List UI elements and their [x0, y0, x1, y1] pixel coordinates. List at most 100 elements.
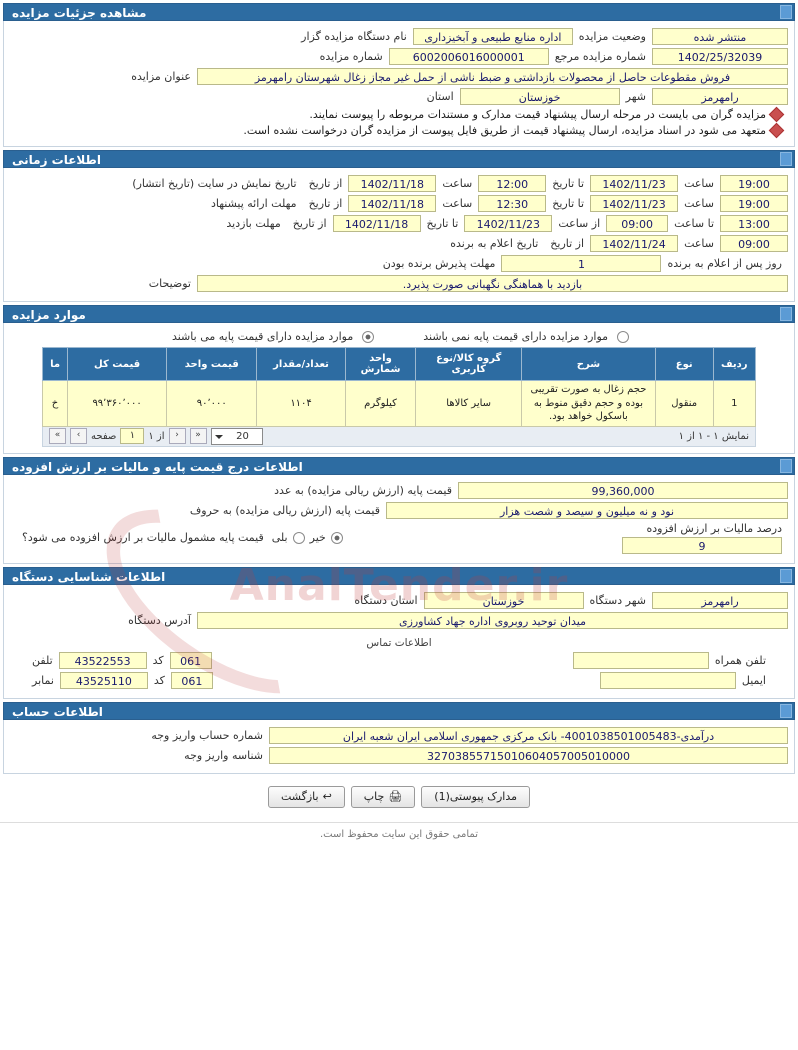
- visit-to-hour-label: تا ساعت: [674, 217, 714, 230]
- col-unit: واحد شمارش: [344, 347, 417, 381]
- desc-value[interactable]: بازدید با هماهنگی نگهبانی صورت پذیرد.: [197, 275, 788, 292]
- base-price-words-value[interactable]: نود و نه میلیون و سیصد و شصت هزار: [386, 501, 788, 519]
- phone-label: تلفن: [32, 653, 53, 667]
- fax-label: نمابر: [32, 673, 54, 687]
- collapse-icon[interactable]: [780, 5, 792, 19]
- first-page-button[interactable]: «: [189, 428, 207, 444]
- radio-without-price[interactable]: موارد مزایده دارای قیمت پایه نمی باشند: [417, 330, 632, 343]
- collapse-icon[interactable]: [780, 307, 792, 321]
- shenase-value[interactable]: 32703855715010604057005010000: [269, 746, 788, 764]
- visit-to-hour-value[interactable]: 13:00: [720, 215, 788, 232]
- org-address-value[interactable]: میدان توحید روبروی اداره جهاد کشاورزی: [197, 611, 788, 629]
- collapse-icon[interactable]: [780, 568, 792, 583]
- org-address-label: آدرس دستگاه: [128, 613, 191, 627]
- items-table-pager: نمایش ۱ - ۱ از ۱ 20 « ‹ از ۱ ۱ صفحه › »: [42, 426, 756, 447]
- price-section-title: اطلاعات درج قیمت پایه و مالیات بر ارزش ا…: [12, 459, 303, 474]
- diamond-bullet-icon: [768, 106, 785, 123]
- table-row[interactable]: 1 منقول حجم زغال به صورت تقریبی بوده و ح…: [41, 380, 757, 427]
- ref-value[interactable]: 1402/25/32039: [652, 48, 788, 65]
- vat-percent-value[interactable]: 9: [622, 536, 782, 554]
- base-price-value[interactable]: 99,360,000: [458, 481, 788, 499]
- publish-to-hour-value[interactable]: 19:00: [720, 175, 788, 192]
- col-qty: تعداد/مقدار: [256, 347, 346, 381]
- org-city-value[interactable]: رامهرمز: [652, 591, 788, 609]
- radio-with-price-icon[interactable]: [362, 330, 375, 343]
- section-details: مشاهده جزئیات مزایده منتشر شده وضعیت مزا…: [0, 0, 798, 147]
- radio-vat-yes-icon[interactable]: [292, 531, 305, 544]
- status-value[interactable]: منتشر شده: [652, 28, 788, 45]
- number-label: شماره مزایده: [319, 50, 383, 63]
- publish-to-date-value[interactable]: 1402/11/23: [590, 175, 679, 192]
- items-section-title: موارد مزایده: [12, 308, 86, 322]
- phone-code-value[interactable]: 061: [169, 651, 212, 669]
- collapse-icon[interactable]: [780, 458, 792, 473]
- col-sharh: شرح: [520, 347, 656, 381]
- visit-from-date-label: از تاریخ: [292, 217, 327, 230]
- col-extra: ما: [41, 347, 69, 381]
- pager-controls: 20 « ‹ از ۱ ۱ صفحه › »: [49, 427, 263, 445]
- winner-hour-value[interactable]: 09:00: [720, 235, 788, 252]
- page-number-input[interactable]: ۱: [120, 428, 145, 444]
- col-radif: ردیف: [712, 347, 757, 381]
- number-value[interactable]: 6002006016000001: [388, 48, 549, 65]
- province-label: استان: [426, 90, 454, 103]
- publish-from-hour-value[interactable]: 12:00: [478, 175, 547, 192]
- fax-value[interactable]: 43525110: [59, 671, 148, 689]
- offer-to-hour-value[interactable]: 19:00: [720, 195, 788, 212]
- province-value[interactable]: خوزستان: [459, 88, 620, 105]
- collapse-icon[interactable]: [780, 152, 792, 166]
- radio-vat-yes-label: بلی: [271, 531, 288, 544]
- section-org: اطلاعات شناسایی دستگاه رامهرمز شهر دستگا…: [0, 564, 798, 699]
- radio-without-price-icon[interactable]: [617, 330, 630, 343]
- subject-value[interactable]: فروش مقطوعات حاصل از محصولات بازداشتی و …: [197, 68, 788, 85]
- visit-from-date-value[interactable]: 1402/11/18: [332, 215, 421, 232]
- time-section-body: 19:00 ساعت 1402/11/23 تا تاریخ 12:00 ساع…: [3, 168, 795, 302]
- back-arrow-icon: ↩: [322, 790, 332, 803]
- offer-from-hour-label: ساعت: [442, 197, 473, 210]
- offer-to-date-label: تا تاریخ: [552, 197, 585, 210]
- offer-from-date-value[interactable]: 1402/11/18: [348, 195, 437, 212]
- vat-question-group: خیر بلی قیمت پایه مشمول مالیات بر ارزش ا…: [16, 531, 346, 544]
- last-page-button[interactable]: »: [49, 428, 66, 444]
- offer-to-date-value[interactable]: 1402/11/23: [590, 195, 679, 212]
- price-section-body: 99,360,000 قیمت پایه (ارزش ریالی مزایده)…: [3, 474, 795, 564]
- attachments-button[interactable]: مدارک پیوستی(1): [421, 785, 531, 808]
- items-section-body: موارد مزایده دارای قیمت پایه نمی باشند م…: [3, 323, 795, 454]
- offer-from-hour-value[interactable]: 12:30: [478, 195, 547, 212]
- cell-unit-price: ۹۰٬۰۰۰: [166, 380, 258, 427]
- email-group: ایمیل: [599, 671, 772, 689]
- page-root: مشاهده جزئیات مزایده منتشر شده وضعیت مزا…: [0, 0, 798, 1050]
- collapse-icon[interactable]: [780, 703, 792, 718]
- base-price-words-label: قیمت پایه (ارزش ریالی مزایده) به حروف: [189, 503, 380, 517]
- prev-page-button[interactable]: ‹: [168, 428, 186, 444]
- radio-vat-no-icon[interactable]: [330, 531, 343, 544]
- account-number-value[interactable]: درآمدی-4001038501005483- بانک مرکزی جمهو…: [269, 726, 788, 744]
- visit-to-date-value[interactable]: 1402/11/23: [464, 215, 553, 232]
- city-value[interactable]: رامهرمز: [652, 88, 788, 105]
- org-province-value[interactable]: خوزستان: [423, 591, 584, 609]
- publish-from-date-value[interactable]: 1402/11/18: [348, 175, 437, 192]
- visit-from-hour-value[interactable]: 09:00: [606, 215, 669, 232]
- cell-group: سایر کالاها: [415, 380, 522, 427]
- action-button-bar: مدارک پیوستی(1) 🖨 چاپ ↩ بازگشت: [0, 785, 798, 808]
- visit-from-hour-label: از ساعت: [558, 217, 601, 230]
- row-subject: فروش مقطوعات حاصل از محصولات بازداشتی و …: [10, 68, 788, 85]
- phone-group: 061 کد 43522553 تلفن: [26, 651, 212, 669]
- fax-code-value[interactable]: 061: [170, 671, 213, 689]
- details-section-body: منتشر شده وضعیت مزایده اداره منابع طبیعی…: [3, 21, 795, 147]
- email-value[interactable]: [599, 671, 736, 689]
- next-page-button[interactable]: ›: [70, 428, 87, 444]
- accept-label: مهلت پذیرش برنده بودن: [382, 257, 496, 270]
- page-size-select[interactable]: 20: [210, 427, 263, 445]
- mobile-value[interactable]: [572, 651, 709, 669]
- radio-with-price[interactable]: موارد مزایده دارای قیمت پایه می باشند: [166, 330, 377, 343]
- ref-label: شماره مزایده مرجع: [554, 50, 646, 63]
- back-button[interactable]: ↩ بازگشت: [268, 785, 345, 808]
- row-account-number: درآمدی-4001038501005483- بانک مرکزی جمهو…: [10, 726, 788, 744]
- phone-value[interactable]: 43522553: [58, 651, 147, 669]
- accept-value[interactable]: 1: [501, 255, 662, 272]
- org-value[interactable]: اداره منابع طبیعی و آبخیزداری: [412, 28, 573, 45]
- row-number-ref: 1402/25/32039 شماره مزایده مرجع 60020060…: [10, 48, 788, 65]
- print-button[interactable]: 🖨 چاپ: [350, 785, 416, 808]
- winner-date-value[interactable]: 1402/11/24: [590, 235, 679, 252]
